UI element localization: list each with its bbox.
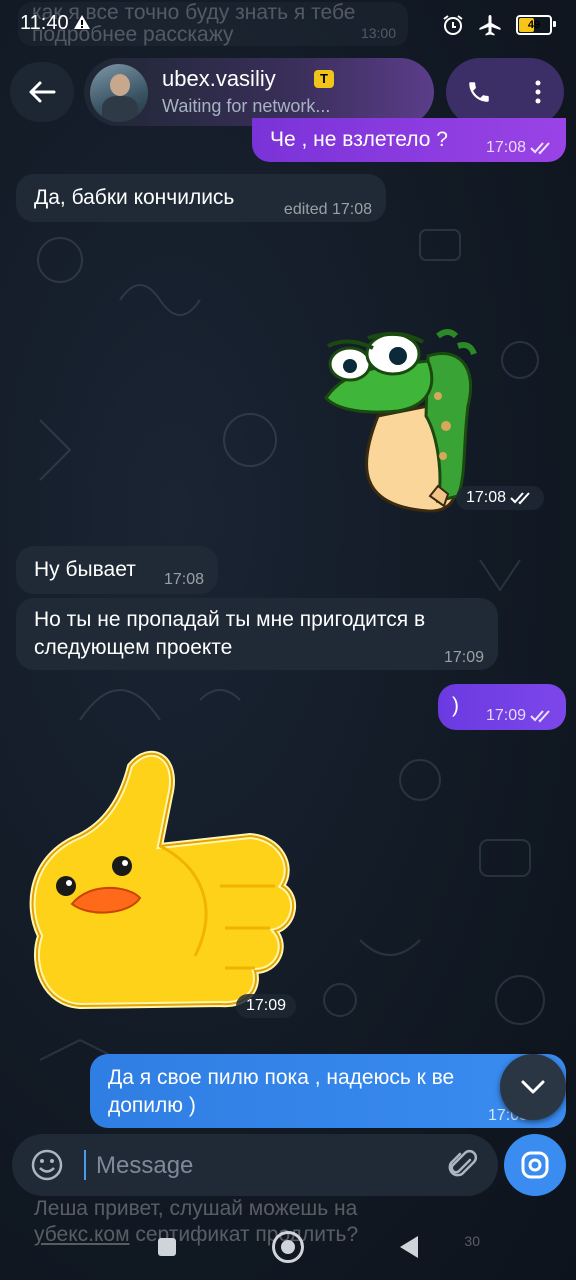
connection-status: Waiting for network...: [162, 96, 331, 116]
battery-level: 49: [527, 19, 541, 31]
more-vertical-icon: [535, 80, 541, 104]
contact-name: ubex.vasiliy: [162, 66, 276, 91]
smiley-icon: [31, 1149, 63, 1181]
message-bubble-outgoing[interactable]: Да я свое пилю пока , надеюсь к ве допил…: [90, 1054, 566, 1128]
sticker-time-chip: 17:08: [455, 486, 544, 510]
camera-button[interactable]: [504, 1134, 566, 1196]
status-bar: 11:40 49: [0, 0, 576, 50]
message-bubble-incoming[interactable]: Ну бывает 17:08: [16, 546, 218, 594]
message-bubble-incoming[interactable]: Да, бабки кончились edited 17:08: [16, 174, 386, 222]
verified-badge: T: [314, 70, 334, 88]
scroll-down-button[interactable]: [500, 1054, 566, 1120]
chat-header-profile[interactable]: ubex.vasiliy T Waiting for network...: [84, 58, 434, 126]
chevron-down-icon: [521, 1080, 545, 1094]
paperclip-icon: [448, 1149, 478, 1177]
message-bubble-incoming[interactable]: Но ты не пропадай ты мне пригодится в сл…: [16, 598, 498, 670]
message-text: Да, бабки кончились: [34, 186, 235, 209]
message-bubble-outgoing[interactable]: ) 17:09: [438, 684, 566, 730]
status-time: 11:40: [20, 12, 69, 34]
double-check-icon: [530, 710, 550, 723]
back-button[interactable]: [10, 62, 74, 122]
avatar[interactable]: [90, 64, 148, 122]
recents-button[interactable]: [158, 1238, 176, 1256]
camera-icon: [521, 1151, 549, 1179]
message-meta: 17:08: [486, 134, 554, 162]
message-text: Но ты не пропадай ты мне пригодится в сл…: [34, 608, 426, 659]
more-menu-button[interactable]: [523, 70, 553, 114]
message-time: 17:09: [246, 997, 287, 1014]
message-time: 17:08: [485, 139, 526, 156]
call-button[interactable]: [457, 70, 501, 114]
sticker-duck-thumbs-up[interactable]: 17:09: [20, 746, 310, 1018]
system-nav-bar: [0, 1214, 576, 1280]
message-composer: [12, 1134, 498, 1196]
home-button[interactable]: [272, 1231, 304, 1263]
header-actions: [446, 58, 564, 126]
battery-icon: 49: [516, 15, 556, 35]
message-text: Ну бывает: [34, 558, 136, 581]
message-bubble-outgoing[interactable]: Че , не взлетело ? 17:08: [252, 118, 566, 162]
attach-button[interactable]: [446, 1148, 480, 1187]
message-text: Че , не взлетело ?: [270, 128, 448, 151]
message-time: 17:08: [163, 571, 204, 588]
double-check-icon: [530, 142, 550, 155]
sticker-frog[interactable]: 17:08: [318, 326, 544, 516]
sticker-time-chip: 17:09: [236, 994, 297, 1018]
message-text: ): [452, 694, 459, 717]
message-input[interactable]: [94, 1144, 398, 1188]
message-time: 17:08: [465, 489, 506, 506]
duck-sticker-image: [29, 750, 297, 1010]
emoji-button[interactable]: [30, 1148, 64, 1187]
double-check-icon: [510, 492, 530, 505]
message-meta: 17:09: [486, 702, 554, 730]
text-cursor: [84, 1150, 86, 1180]
warning-icon: [74, 15, 90, 29]
message-time: 17:09: [443, 649, 484, 666]
message-time: 17:09: [485, 707, 526, 724]
arrow-left-icon: [29, 81, 56, 103]
message-text: Да я свое пилю пока , надеюсь к ве допил…: [108, 1066, 455, 1117]
message-time: edited 17:08: [283, 201, 372, 218]
airplane-icon: [479, 15, 501, 36]
phone-icon: [469, 82, 489, 102]
back-nav-button[interactable]: [400, 1236, 418, 1258]
alarm-icon: [443, 15, 463, 35]
